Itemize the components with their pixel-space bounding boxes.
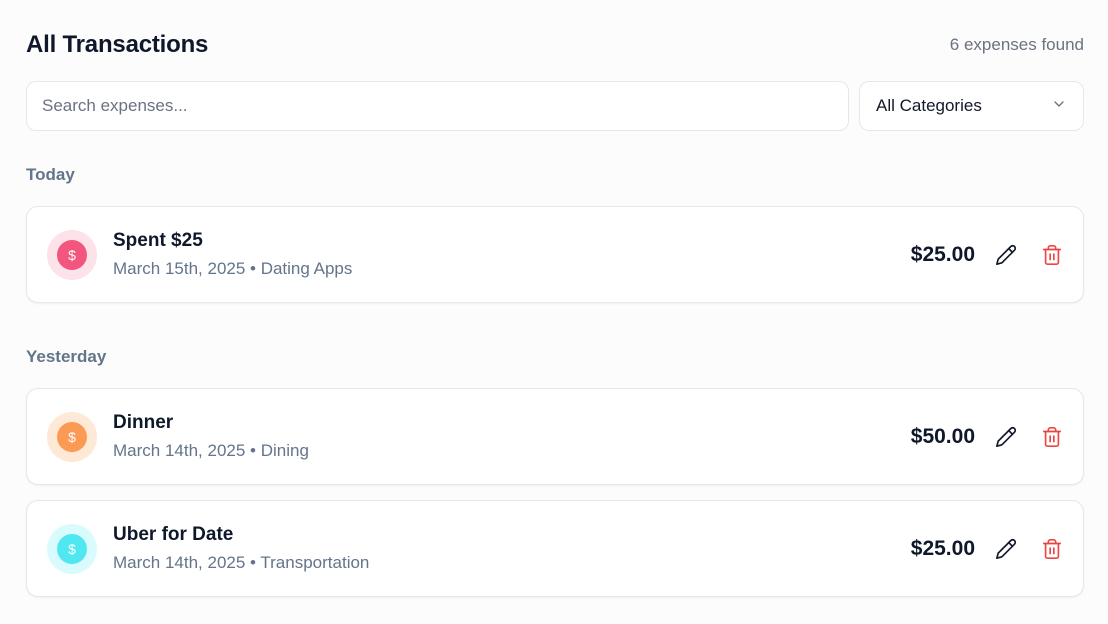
edit-button[interactable] xyxy=(993,424,1019,450)
transaction-amount: $25.00 xyxy=(910,536,975,560)
delete-button[interactable] xyxy=(1039,242,1065,268)
transaction-name: Spent $25 xyxy=(113,230,203,251)
edit-button[interactable] xyxy=(993,536,1019,562)
pencil-icon xyxy=(996,426,1017,447)
category-avatar: $ xyxy=(47,523,97,574)
search-input[interactable] xyxy=(42,96,833,116)
category-select-value: All Categories xyxy=(876,96,982,115)
chevron-down-icon xyxy=(1051,96,1067,117)
trash-icon xyxy=(1042,244,1062,265)
edit-button[interactable] xyxy=(993,242,1019,268)
transaction-amount: $25.00 xyxy=(910,242,975,266)
expense-count: 6 expenses found xyxy=(949,35,1084,54)
pencil-icon xyxy=(996,538,1017,559)
category-select[interactable]: All Categories xyxy=(859,81,1084,131)
transaction-meta: March 15th, 2025 • Dating Apps xyxy=(113,259,353,278)
transaction-meta: March 14th, 2025 • Transportation xyxy=(113,553,370,572)
group-label-today: Today xyxy=(26,165,75,184)
dollar-icon: $ xyxy=(57,421,87,452)
pencil-icon xyxy=(996,244,1017,265)
trash-icon xyxy=(1042,538,1062,559)
category-avatar: $ xyxy=(47,411,97,462)
transaction-name: Uber for Date xyxy=(113,524,234,545)
transaction-meta: March 14th, 2025 • Dining xyxy=(113,441,309,460)
trash-icon xyxy=(1042,426,1062,447)
delete-button[interactable] xyxy=(1039,424,1065,450)
page-title: All Transactions xyxy=(26,31,209,58)
transaction-card: $ Spent $25 March 15th, 2025 • Dating Ap… xyxy=(26,206,1084,303)
dollar-icon: $ xyxy=(57,533,87,564)
dollar-icon: $ xyxy=(57,239,87,270)
delete-button[interactable] xyxy=(1039,536,1065,562)
transaction-name: Dinner xyxy=(113,412,174,433)
transaction-card: $ Dinner March 14th, 2025 • Dining $50.0… xyxy=(26,388,1084,485)
transactions-page: All Transactions 6 expenses found All Ca… xyxy=(0,0,1108,624)
filters-bar: All Categories xyxy=(26,81,1084,131)
transaction-card: $ Uber for Date March 14th, 2025 • Trans… xyxy=(26,500,1084,597)
group-label-yesterday: Yesterday xyxy=(26,347,107,366)
search-box[interactable] xyxy=(26,81,849,131)
header: All Transactions 6 expenses found xyxy=(26,30,1084,60)
category-avatar: $ xyxy=(47,229,97,280)
transaction-amount: $50.00 xyxy=(910,424,975,448)
